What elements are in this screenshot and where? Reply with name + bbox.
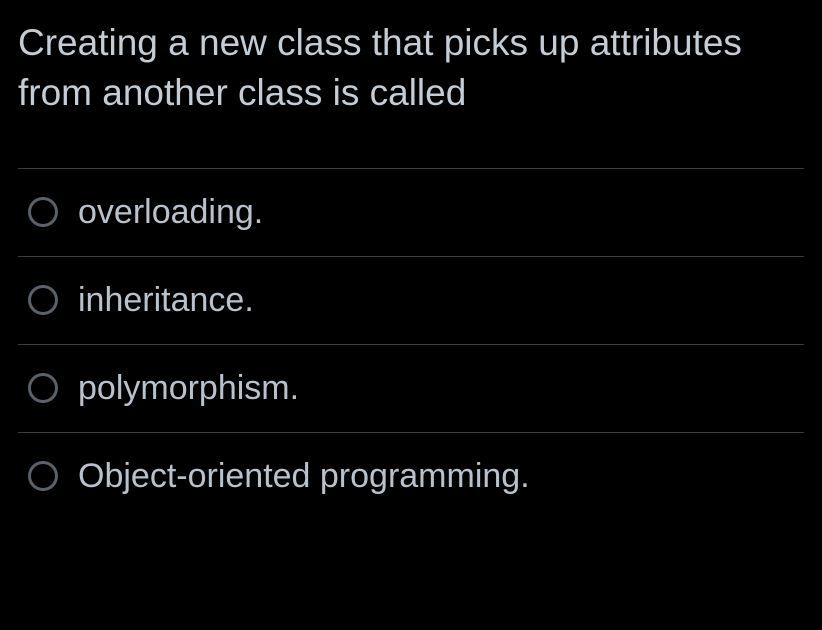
radio-icon [28,285,58,315]
option-label: overloading. [78,193,263,232]
question-text: Creating a new class that picks up attri… [18,18,804,118]
option-label: Object-oriented programming. [78,457,530,496]
option-oop[interactable]: Object-oriented programming. [18,433,804,520]
radio-icon [28,197,58,227]
option-inheritance[interactable]: inheritance. [18,257,804,345]
option-polymorphism[interactable]: polymorphism. [18,345,804,433]
options-list: overloading. inheritance. polymorphism. … [18,168,804,520]
option-label: inheritance. [78,281,254,320]
option-overloading[interactable]: overloading. [18,169,804,257]
option-label: polymorphism. [78,369,299,408]
quiz-container: Creating a new class that picks up attri… [0,0,822,520]
radio-icon [28,373,58,403]
radio-icon [28,461,58,491]
